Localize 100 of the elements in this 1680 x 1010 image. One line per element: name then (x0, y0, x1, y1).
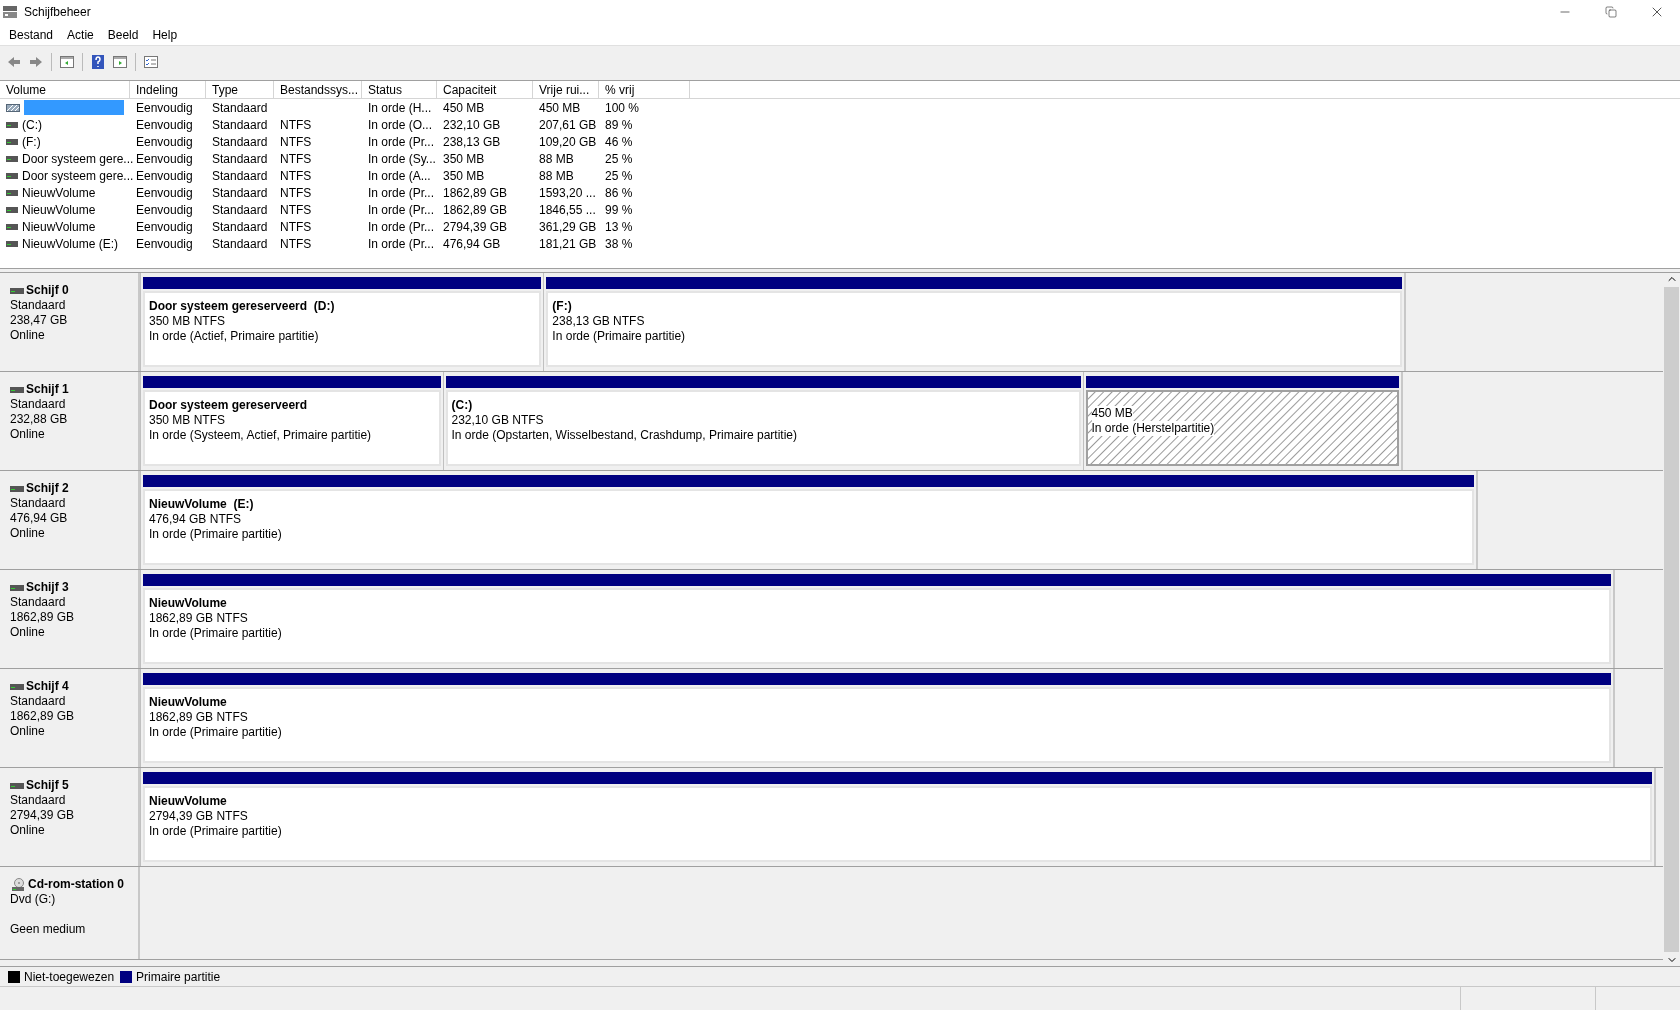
disk-name: Schijf 4 (26, 679, 69, 694)
table-cell-text: NieuwVolume (E:) (22, 235, 119, 253)
table-cell-text: 450 MB (539, 99, 581, 117)
partition-box[interactable]: (F:) 238,13 GB NTFS In orde (Primaire partitie) (546, 291, 1402, 367)
partition-status: In orde (Primaire partitie) (552, 329, 686, 344)
table-row[interactable]: (F:) Eenvoudig Standaard NTFS In orde (Pr... 238,13 GB 109,20 GB 46 % (0, 133, 1680, 150)
table-cell-text: 1846,55 ... (539, 201, 596, 219)
column-header[interactable]: Type (206, 81, 274, 98)
menu-item[interactable]: Help (145, 25, 185, 44)
column-header[interactable]: % vrij (599, 81, 690, 98)
partition-box[interactable]: (C:) 232,10 GB NTFS In orde (Opstarten, Wisselbestand, Crashdump, Primaire partitie) (445, 390, 1081, 466)
column-header[interactable]: Status (362, 81, 437, 98)
disk-info: 2794,39 GB (10, 808, 76, 823)
column-header[interactable]: Volume (0, 81, 130, 98)
disk-info: Dvd (G:) (10, 892, 57, 907)
menu-item[interactable]: Bestand (2, 25, 61, 44)
table-cell-text: 25 % (605, 150, 633, 168)
disk-info: 1862,89 GB (10, 709, 76, 724)
partition-box[interactable]: Door systeem gereserveerd (D:) 350 MB NTFS In orde (Actief, Primaire partitie) (143, 291, 542, 367)
disk-info: 476,94 GB (10, 511, 69, 526)
table-row[interactable]: (C:) Eenvoudig Standaard NTFS In orde (O... 232,10 GB 207,61 GB 89 % (0, 116, 1680, 133)
disk-name: Cd-rom-station 0 (28, 877, 124, 892)
table-cell-text: 1862,89 GB (443, 184, 508, 202)
table-cell-text: 232,10 GB (443, 116, 501, 134)
table-cell-text: Eenvoudig (136, 184, 193, 202)
disk-name: Schijf 1 (26, 382, 69, 397)
table-cell-text: 88 MB (539, 167, 574, 185)
cd-drive-icon (10, 877, 26, 892)
partition-box[interactable]: 450 MB In orde (Herstelpartitie) (1085, 390, 1399, 466)
table-cell-text: In orde (Sy... (368, 150, 436, 168)
disk-info: 232,88 GB (10, 412, 69, 427)
partition-size: 1862,89 GB NTFS (149, 611, 249, 626)
column-header[interactable]: Indeling (130, 81, 206, 98)
partition-box[interactable]: NieuwVolume 1862,89 GB NTFS In orde (Primaire partitie) (143, 588, 1611, 664)
table-cell-text: 89 % (605, 116, 633, 134)
partition-size: 1862,89 GB NTFS (149, 710, 249, 725)
table-cell-text: Standaard (212, 184, 268, 202)
table-cell-text: 476,94 GB (443, 235, 501, 253)
disk-info: Standaard (10, 793, 67, 808)
table-row[interactable]: Door systeem gere... Eenvoudig Standaard NTFS In orde (Sy... 350 MB 88 MB 25 % (0, 150, 1680, 167)
table-cell-text: NTFS (280, 201, 312, 219)
table-cell-text: NieuwVolume (22, 184, 96, 202)
table-cell-text: Door systeem gere... (22, 167, 134, 185)
table-cell-text: In orde (O... (368, 116, 433, 134)
table-cell-text: 361,29 GB (539, 218, 597, 236)
legend-label: Niet-toegewezen (24, 968, 115, 986)
table-cell-text: Eenvoudig (136, 201, 193, 219)
table-cell-text: 2794,39 GB (443, 218, 508, 236)
disk-name: Schijf 0 (26, 283, 69, 298)
table-cell-text: NieuwVolume (22, 201, 96, 219)
partition-status: In orde (Primaire partitie) (149, 725, 282, 740)
partition-box[interactable]: NieuwVolume 2794,39 GB NTFS In orde (Primaire partitie) (143, 786, 1652, 862)
table-row[interactable]: Door systeem gere... Eenvoudig Standaard NTFS In orde (A... 350 MB 88 MB 25 % (0, 167, 1680, 184)
partition-size: 232,10 GB NTFS (451, 413, 545, 428)
partition-title: Door systeem gereserveerd (D:) (149, 299, 336, 314)
table-cell-text: 86 % (605, 184, 633, 202)
restore-icon (1605, 6, 1617, 18)
table-row[interactable]: Eenvoudig Standaard In orde (H... 450 MB 450 MB 100 % (0, 99, 1680, 116)
disk-info: 1862,89 GB (10, 610, 76, 625)
legend-label: Primaire partitie (136, 968, 221, 986)
table-row[interactable]: NieuwVolume Eenvoudig Standaard NTFS In orde (Pr... 1862,89 GB 1593,20 ... 86 % (0, 184, 1680, 201)
table-cell-text: Standaard (212, 201, 268, 219)
drive-icon (6, 155, 18, 162)
drive-icon (6, 121, 18, 128)
table-cell-text: Standaard (212, 99, 268, 117)
disk-info: Standaard (10, 496, 67, 511)
table-row[interactable]: NieuwVolume (E:) Eenvoudig Standaard NTFS In orde (Pr... 476,94 GB 181,21 GB 38 % (0, 235, 1680, 252)
column-header[interactable]: Capaciteit (437, 81, 533, 98)
table-cell-text: NTFS (280, 116, 312, 134)
partition-status: In orde (Opstarten, Wisselbestand, Crashdump, Primaire partitie) (451, 428, 797, 443)
table-cell-text: 13 % (605, 218, 633, 236)
partition-status: In orde (Primaire partitie) (149, 824, 282, 839)
drive-icon (6, 189, 18, 196)
table-cell-text: 1593,20 ... (539, 184, 596, 202)
table-cell-text: Standaard (212, 218, 268, 236)
partition-title: NieuwVolume (E:) (149, 497, 255, 512)
disk-name: Schijf 2 (26, 481, 69, 496)
column-header[interactable]: Bestandssys... (274, 81, 362, 98)
disk-info: Standaard (10, 298, 67, 313)
disk-info: Online (10, 328, 46, 343)
table-cell-text: In orde (Pr... (368, 184, 435, 202)
table-cell-text: 1862,89 GB (443, 201, 508, 219)
drive-icon (6, 138, 18, 145)
column-header[interactable]: Vrije rui... (533, 81, 599, 98)
partition-size: 238,13 GB NTFS (552, 314, 646, 329)
table-row[interactable]: NieuwVolume Eenvoudig Standaard NTFS In orde (Pr... 2794,39 GB 361,29 GB 13 % (0, 218, 1680, 235)
table-cell-text: Standaard (212, 167, 268, 185)
table-cell-text: 46 % (605, 133, 633, 151)
partition-box[interactable]: NieuwVolume 1862,89 GB NTFS In orde (Primaire partitie) (143, 687, 1611, 763)
table-cell-text: 207,61 GB (539, 116, 597, 134)
table-row[interactable]: NieuwVolume Eenvoudig Standaard NTFS In orde (Pr... 1862,89 GB 1846,55 ... 99 % (0, 201, 1680, 218)
partition-box[interactable]: NieuwVolume (E:) 476,94 GB NTFS In orde (Primaire partitie) (143, 489, 1474, 565)
table-cell-text: Door systeem gere... (22, 150, 134, 168)
table-cell-text: In orde (Pr... (368, 201, 435, 219)
table-cell-text: 109,20 GB (539, 133, 597, 151)
menu-item[interactable]: Beeld (100, 25, 146, 44)
menu-item[interactable]: Actie (60, 25, 101, 44)
partition-box[interactable]: Door systeem gereserveerd 350 MB NTFS In orde (Systeem, Actief, Primaire partitie) (143, 390, 441, 466)
scrollbar-thumb[interactable] (1664, 287, 1679, 952)
disk-info: Online (10, 823, 46, 838)
